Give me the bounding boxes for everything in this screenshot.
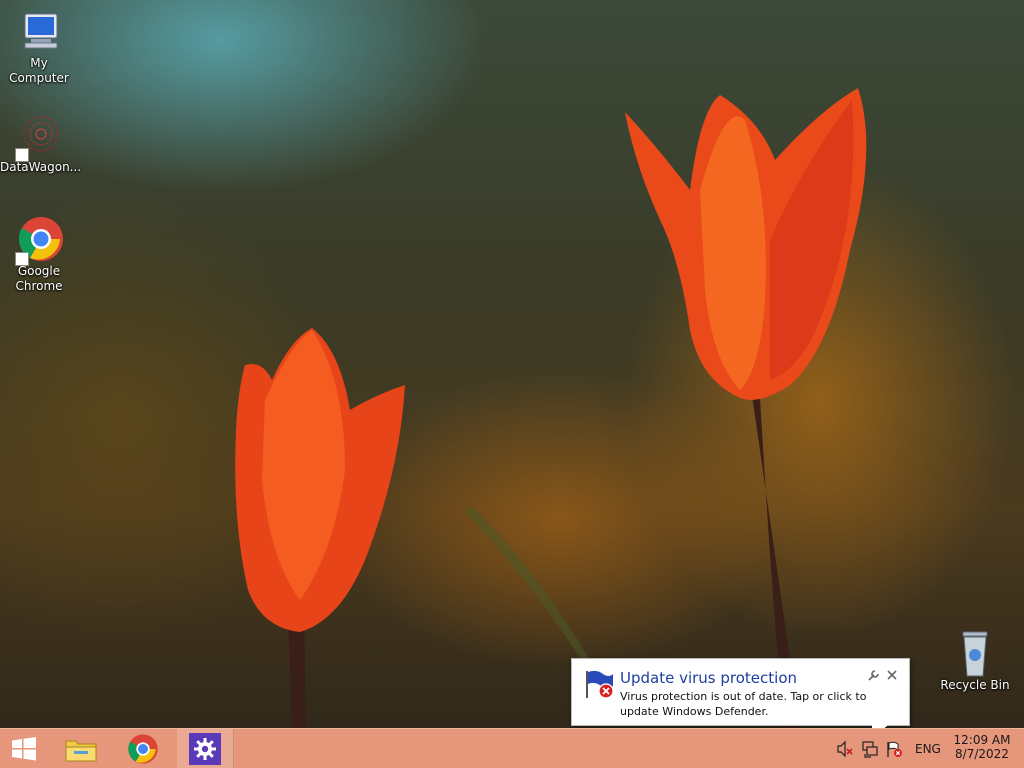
shortcut-arrow-icon [15,252,29,266]
clock[interactable]: 12:09 AM 8/7/2022 [952,733,1012,761]
gear-icon [189,733,221,765]
clock-time: 12:09 AM [953,733,1011,747]
network-icon[interactable] [861,740,879,758]
taskbar-settings[interactable] [177,729,234,768]
windows-logo-icon [12,737,36,761]
computer-icon [15,8,63,56]
desktop-icon-label: Recycle Bin [940,678,1010,692]
taskbar: ENG 12:09 AM 8/7/2022 [0,728,1024,768]
chrome-icon [15,216,63,266]
close-icon[interactable] [885,667,899,681]
clock-date: 8/7/2022 [955,747,1009,761]
desktop-wallpaper [0,0,1024,728]
taskbar-file-explorer[interactable] [58,729,104,768]
desktop-icon-recycle-bin[interactable]: Recycle Bin [936,630,1014,693]
desktop-icon-label: My Computer [9,56,69,85]
taskbar-google-chrome[interactable] [120,729,166,768]
datawagon-icon [15,112,63,162]
start-button[interactable] [0,729,48,768]
shortcut-arrow-icon [15,148,29,162]
defender-notification[interactable]: Update virus protection Virus protection… [571,658,910,726]
desktop-icon-google-chrome[interactable]: Google Chrome [0,216,78,294]
notification-title: Update virus protection [620,669,798,687]
desktop-icon-label: Google Chrome [15,264,63,293]
desktop-icon-my-computer[interactable]: My Computer [0,8,78,86]
notification-message: Virus protection is out of date. Tap or … [620,690,867,718]
wrench-icon[interactable] [867,667,881,681]
action-center-warning-icon[interactable] [885,740,903,758]
file-explorer-icon [65,740,97,762]
language-indicator[interactable]: ENG [915,742,941,756]
volume-muted-icon[interactable] [836,740,854,758]
desktop-icon-datawagon[interactable]: DataWagon... [0,112,82,175]
chrome-icon [128,734,158,764]
recycle-bin-icon [951,630,999,678]
defender-warning-icon [583,668,615,700]
desktop-icon-label: DataWagon... [0,160,82,174]
